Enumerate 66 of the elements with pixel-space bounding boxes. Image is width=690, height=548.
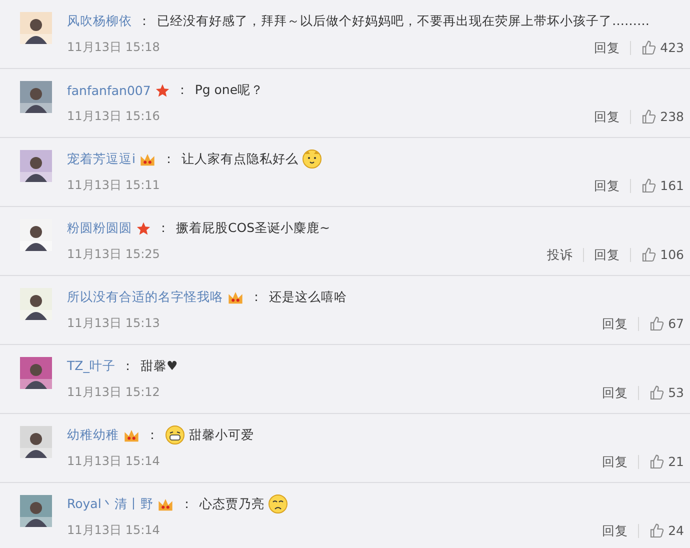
thumbs-up-icon: [641, 108, 658, 124]
colon: ：: [250, 288, 263, 306]
timestamp: 11月13日 15:13: [67, 315, 160, 332]
action-link[interactable]: 回复: [592, 316, 640, 330]
comment-text: 已经没有好感了，拜拜～以后做个好妈妈吧，不要再出现在荧屏上带坏小孩子了………: [157, 12, 650, 30]
thumbs-up-icon: [649, 384, 666, 400]
username[interactable]: 幼稚幼稚: [67, 426, 119, 444]
comment-text: 心态贾乃亮: [199, 496, 264, 512]
crown-icon: [227, 290, 244, 304]
like-button[interactable]: 21: [639, 454, 684, 470]
action-link[interactable]: 回复: [584, 248, 632, 262]
timestamp: 11月13日 15:14: [67, 453, 160, 470]
colon: ：: [138, 12, 151, 30]
crown-icon: [123, 428, 140, 442]
action-link[interactable]: 回复: [584, 110, 632, 124]
username[interactable]: 宠着芳逗逗i: [67, 150, 136, 168]
username[interactable]: Royal丶清丨野: [67, 496, 154, 512]
username[interactable]: TZ_叶子: [67, 358, 116, 374]
thumbs-up-icon: [649, 454, 666, 470]
action-link[interactable]: 投诉: [537, 248, 584, 262]
username[interactable]: 粉圆粉圆圆: [67, 220, 132, 236]
crown-icon: [139, 152, 156, 166]
comment-text: 甜馨小可爱: [189, 426, 254, 444]
colon: ：: [121, 358, 134, 374]
timestamp: 11月13日 15:16: [67, 108, 160, 125]
star-icon: [136, 220, 151, 236]
action-link[interactable]: 回复: [584, 40, 632, 54]
action-link[interactable]: 回复: [592, 386, 640, 400]
star-icon: [154, 82, 170, 98]
sad-face-icon: [268, 494, 288, 514]
comment-text: 甜馨♥: [140, 358, 178, 374]
colon: ：: [146, 426, 159, 444]
colon: ：: [180, 496, 194, 512]
comment-text: 让人家有点隐私好么: [181, 150, 298, 168]
timestamp: 11月13日 15:11: [67, 177, 160, 194]
thumbs-up-icon: [641, 178, 658, 194]
timestamp: 11月13日 15:14: [67, 522, 160, 539]
comment-text: 撅着屁股COS圣诞小麋鹿~: [176, 220, 330, 236]
like-button[interactable]: 24: [639, 522, 684, 538]
thumbs-up-icon: [649, 522, 666, 538]
thumbs-up-icon: [649, 316, 666, 332]
thumbs-up-icon: [641, 246, 658, 262]
username[interactable]: 风吹杨柳依: [67, 12, 132, 30]
like-button[interactable]: 53: [639, 384, 684, 400]
timestamp: 11月13日 15:25: [67, 246, 160, 263]
like-button[interactable]: 106: [631, 246, 684, 262]
colon: ：: [157, 220, 170, 236]
crown-icon: [157, 496, 174, 512]
grinning-face-icon: [165, 425, 185, 445]
like-button[interactable]: 161: [631, 178, 684, 194]
action-link[interactable]: 回复: [592, 524, 640, 538]
thumbs-up-icon: [641, 40, 658, 56]
cat-face-icon: [302, 149, 322, 169]
comment-text: 还是这么嘻哈: [269, 288, 347, 306]
like-button[interactable]: 67: [639, 316, 684, 332]
username[interactable]: 所以没有合适的名字怪我咯: [67, 288, 223, 306]
action-link[interactable]: 回复: [584, 178, 632, 192]
colon: ：: [162, 150, 176, 168]
colon: ：: [176, 82, 189, 98]
like-button[interactable]: 423: [631, 40, 684, 56]
comment-text: Pg one呢？: [194, 82, 264, 98]
like-button[interactable]: 238: [631, 108, 684, 124]
action-link[interactable]: 回复: [592, 454, 640, 468]
timestamp: 11月13日 15:18: [67, 39, 160, 56]
username[interactable]: fanfanfan007: [67, 82, 151, 98]
timestamp: 11月13日 15:12: [67, 384, 160, 401]
